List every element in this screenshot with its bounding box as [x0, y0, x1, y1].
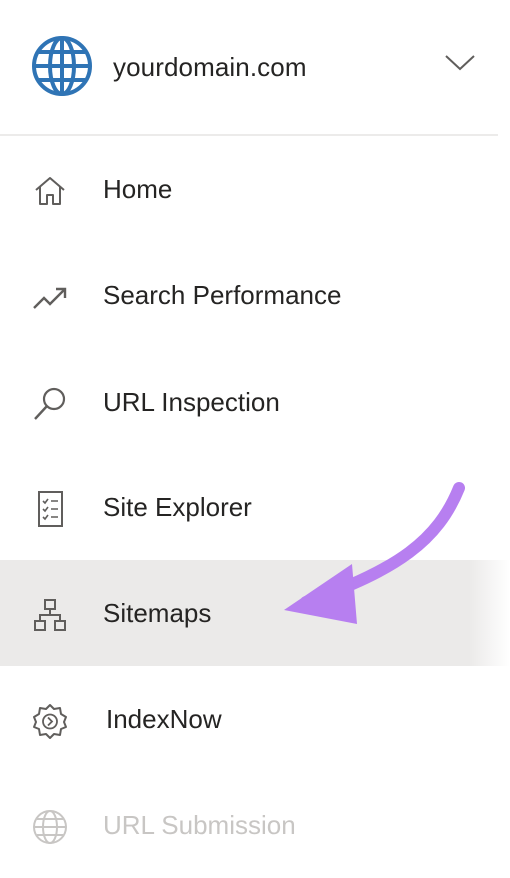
site-selector-header[interactable]: yourdomain.com — [0, 0, 498, 136]
sidebar-item-label: URL Submission — [103, 810, 296, 840]
sidebar-item-label: IndexNow — [106, 704, 222, 734]
sidebar-item-search-performance[interactable]: Search Performance — [0, 242, 500, 348]
home-icon — [35, 177, 65, 205]
site-name: yourdomain.com — [113, 52, 307, 82]
sidebar-item-label: Site Explorer — [103, 492, 252, 522]
sidebar-item-home[interactable]: Home — [0, 136, 500, 242]
sidebar-item-label: URL Inspection — [103, 387, 280, 417]
trending-up-icon — [33, 287, 67, 309]
sitemap-icon — [34, 599, 66, 631]
globe-icon — [33, 810, 67, 844]
sidebar-item-site-explorer[interactable]: Site Explorer — [0, 454, 500, 560]
sidebar-item-label: Sitemaps — [103, 598, 212, 628]
sidebar-item-url-submission: URL Submission — [0, 772, 500, 878]
gear-icon — [33, 704, 67, 739]
sidebar-item-indexnow[interactable]: IndexNow — [0, 666, 500, 772]
sidebar-item-url-inspection[interactable]: URL Inspection — [0, 349, 500, 455]
sidebar-item-label: Home — [103, 174, 173, 204]
search-icon — [34, 387, 66, 420]
sidebar-item-label: Search Performance — [103, 280, 342, 310]
globe-icon — [32, 36, 92, 96]
chevron-down-icon[interactable] — [443, 50, 477, 74]
sidebar-item-sitemaps[interactable]: Sitemaps — [0, 560, 510, 666]
checklist-icon — [38, 491, 63, 527]
